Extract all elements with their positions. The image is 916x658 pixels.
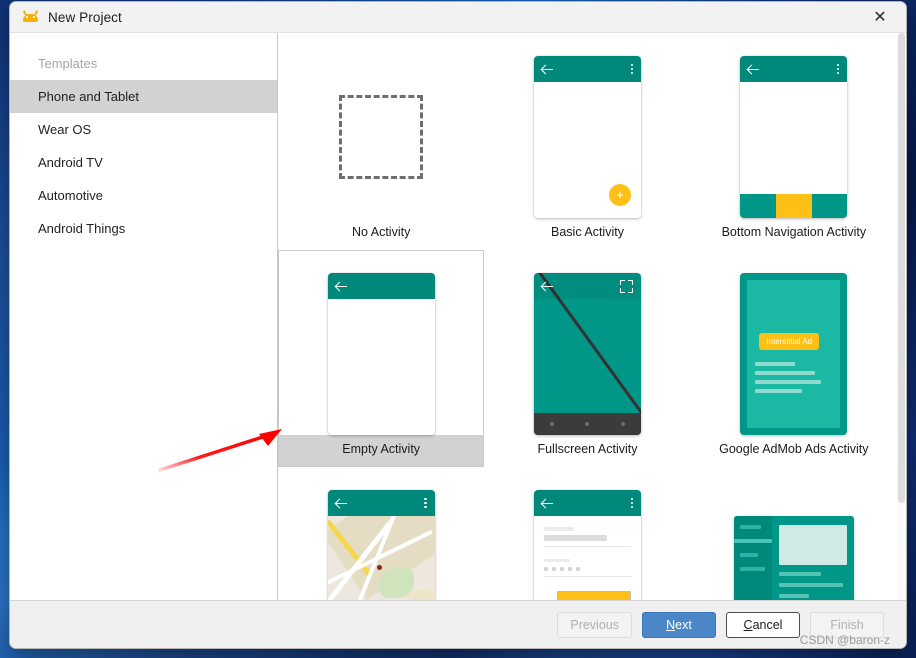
phone-mock [740, 56, 848, 218]
title-bar: New Project ✕ [10, 2, 906, 33]
templates-pane: No Activity + Basic Activity Bottom Navi… [278, 33, 906, 600]
bottom-nav-tab [811, 194, 848, 218]
next-button[interactable]: Next [642, 611, 716, 638]
overflow-menu-icon [424, 497, 427, 509]
close-icon[interactable]: ✕ [858, 2, 902, 32]
previous-button[interactable]: Previous [557, 611, 632, 638]
window-title: New Project [48, 9, 122, 25]
app-bar [533, 56, 641, 82]
app-bar [740, 56, 848, 82]
bottom-navigation-bar [740, 194, 848, 218]
templates-grid: No Activity + Basic Activity Bottom Navi… [278, 33, 897, 600]
template-card-no-activity[interactable]: No Activity [278, 33, 484, 250]
template-thumbnail-empty-activity [279, 273, 483, 435]
floating-action-button-icon: + [608, 184, 631, 206]
template-label: Basic Activity [551, 225, 624, 239]
template-thumbnail-fullscreen-activity [485, 273, 689, 435]
template-card-fullscreen-activity[interactable]: Fullscreen Activity [484, 250, 690, 467]
ad-screen: Interstitial Ad [747, 280, 841, 428]
back-arrow-icon [541, 64, 553, 75]
detail-pane [772, 516, 854, 600]
template-label: Fullscreen Activity [537, 442, 638, 456]
back-arrow-icon [748, 64, 760, 75]
overflow-menu-icon [837, 63, 840, 75]
new-project-dialog: New Project ✕ Templates Phone and Tablet… [9, 1, 907, 649]
dialog-footer: Previous Next Cancel Finish CSDN @baron-… [10, 600, 906, 648]
bottom-nav-tab [740, 194, 776, 218]
map-pin-icon [372, 560, 387, 575]
next-label-rest: ext [675, 617, 692, 632]
app-bar [533, 273, 641, 299]
overflow-menu-icon [630, 497, 633, 509]
template-thumbnail-master-detail-flow [692, 490, 896, 600]
cancel-label-rest: ancel [752, 617, 783, 632]
phone-mock [533, 273, 641, 435]
template-thumbnail-maps-activity [279, 490, 483, 600]
map-thumbnail [327, 516, 435, 600]
phone-mock [327, 273, 435, 435]
template-card-empty-activity[interactable]: Empty Activity [278, 250, 485, 467]
expand-fullscreen-icon [619, 279, 633, 293]
template-thumbnail-login-activity [485, 490, 689, 600]
template-card-basic-activity[interactable]: + Basic Activity [484, 33, 690, 250]
back-arrow-icon [335, 281, 347, 292]
templates-scrollbar[interactable] [897, 33, 906, 600]
detail-image-placeholder [778, 525, 847, 565]
app-bar [327, 490, 435, 516]
template-card-master-detail-flow[interactable]: Master/Detail Flow [691, 467, 897, 600]
login-form-mock [534, 516, 641, 600]
template-card-maps-activity[interactable]: Google Maps Activity [278, 467, 484, 600]
interstitial-ad-badge: Interstitial Ad [759, 333, 820, 350]
android-robot-icon [22, 9, 39, 26]
template-thumbnail-bottom-navigation-activity [692, 56, 896, 218]
sidebar-item-automotive[interactable]: Automotive [10, 179, 277, 212]
template-label: Google AdMob Ads Activity [719, 442, 869, 456]
sign-in-button-mock [556, 591, 631, 600]
tablet-mock [733, 516, 854, 600]
sidebar-item-android-things[interactable]: Android Things [10, 212, 277, 245]
cancel-button[interactable]: Cancel [726, 611, 800, 638]
app-bar [327, 273, 435, 299]
overflow-menu-icon [630, 63, 633, 75]
next-mnemonic: N [666, 617, 676, 632]
phone-mock: + [533, 56, 641, 218]
template-label: Bottom Navigation Activity [721, 225, 867, 239]
placeholder-text-lines [755, 362, 832, 398]
back-arrow-icon [541, 281, 553, 292]
template-thumbnail-admob-activity: Interstitial Ad [692, 273, 896, 435]
phone-mock: Interstitial Ad [740, 273, 848, 435]
template-label-selected: Empty Activity [279, 435, 484, 466]
phone-mock [533, 490, 641, 600]
dashed-square-icon [339, 95, 424, 179]
back-arrow-icon [541, 498, 553, 509]
sidebar-item-phone-and-tablet[interactable]: Phone and Tablet [10, 80, 277, 113]
cancel-mnemonic: C [743, 617, 753, 632]
template-card-login-activity[interactable]: Login Activity [484, 467, 690, 600]
templates-sidebar: Templates Phone and Tablet Wear OS Andro… [10, 33, 278, 600]
template-thumbnail-basic-activity: + [485, 56, 689, 218]
sidebar-header: Templates [38, 56, 98, 71]
app-bar [533, 490, 641, 516]
template-thumbnail-no-activity [279, 56, 483, 218]
bottom-nav-tab-active [775, 194, 812, 218]
dialog-content: Templates Phone and Tablet Wear OS Andro… [10, 33, 906, 600]
finish-button[interactable]: Finish [810, 611, 884, 638]
master-list-pane [733, 516, 772, 600]
back-arrow-icon [335, 498, 347, 509]
phone-mock [327, 490, 435, 600]
scrollbar-thumb[interactable] [898, 33, 905, 503]
template-card-bottom-navigation-activity[interactable]: Bottom Navigation Activity [691, 33, 897, 250]
system-navigation-bar [533, 413, 641, 435]
template-label: No Activity [351, 225, 411, 239]
sidebar-item-wear-os[interactable]: Wear OS [10, 113, 277, 146]
template-card-admob-activity[interactable]: Interstitial Ad Google AdMob Ads Activit… [691, 250, 897, 467]
sidebar-item-android-tv[interactable]: Android TV [10, 146, 277, 179]
